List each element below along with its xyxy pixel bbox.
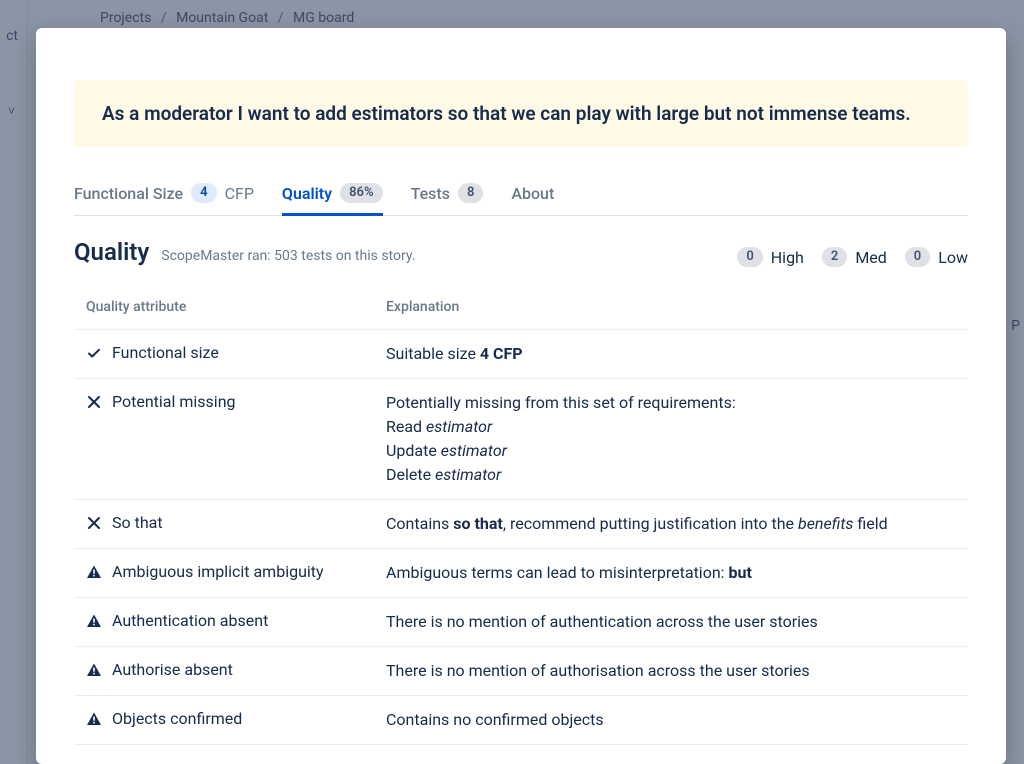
explanation-cell: There is no mention of authorisation acr… bbox=[386, 659, 956, 683]
tab-about[interactable]: About bbox=[511, 176, 554, 216]
explanation-cell: Suitable size 4 CFP bbox=[386, 342, 956, 366]
badge-quality-pct: 86% bbox=[340, 183, 382, 203]
tab-label: About bbox=[511, 184, 554, 203]
table-row: Functional size Suitable size 4 CFP bbox=[74, 330, 968, 379]
quality-modal: As a moderator I want to add estimators … bbox=[36, 28, 1006, 764]
tabs-bar: Functional Size 4 CFP Quality 86% Tests … bbox=[74, 175, 968, 216]
warning-icon bbox=[86, 564, 102, 580]
tab-functional-size[interactable]: Functional Size 4 CFP bbox=[74, 175, 254, 216]
warning-icon bbox=[86, 613, 102, 629]
tab-label: Quality bbox=[282, 184, 332, 203]
warning-icon bbox=[86, 711, 102, 727]
table-row: Potential missing Potentially missing fr… bbox=[74, 379, 968, 500]
explanation-cell: Contains so that, recommend putting just… bbox=[386, 512, 956, 536]
attribute-name: Authentication absent bbox=[112, 610, 268, 632]
x-icon bbox=[86, 515, 102, 531]
explanation-cell: Potentially missing from this set of req… bbox=[386, 391, 956, 487]
explanation-cell: Contains no confirmed objects bbox=[386, 708, 956, 732]
x-icon bbox=[86, 394, 102, 410]
quality-table: Quality attribute Explanation Functional… bbox=[74, 291, 968, 745]
table-row: Authentication absent There is no mentio… bbox=[74, 598, 968, 647]
attribute-name: Authorise absent bbox=[112, 659, 233, 681]
tab-tests[interactable]: Tests 8 bbox=[411, 175, 484, 216]
table-header: Quality attribute Explanation bbox=[74, 291, 968, 330]
table-row: Ambiguous implicit ambiguity Ambiguous t… bbox=[74, 549, 968, 598]
severity-low-count: 0 bbox=[905, 247, 930, 267]
badge-tests-count: 8 bbox=[458, 183, 483, 203]
severity-med-label: Med bbox=[855, 248, 886, 267]
explanation-cell: There is no mention of authentication ac… bbox=[386, 610, 956, 634]
modal-actions: Cancel bbox=[36, 745, 1006, 764]
col-attribute: Quality attribute bbox=[86, 299, 386, 315]
quality-section-header: Quality ScopeMaster ran: 503 tests on th… bbox=[74, 238, 968, 267]
attribute-name: Functional size bbox=[112, 342, 219, 364]
explanation-cell: Ambiguous terms can lead to misinterpret… bbox=[386, 561, 956, 585]
quality-subtitle: ScopeMaster ran: 503 tests on this story… bbox=[161, 248, 415, 264]
table-row: Authorise absent There is no mention of … bbox=[74, 647, 968, 696]
attribute-name: Potential missing bbox=[112, 391, 236, 413]
quality-heading: Quality bbox=[74, 238, 149, 266]
attribute-name: Ambiguous implicit ambiguity bbox=[112, 561, 324, 583]
attribute-name: So that bbox=[112, 512, 163, 534]
warning-icon bbox=[86, 662, 102, 678]
col-explanation: Explanation bbox=[386, 299, 956, 315]
badge-cfp: 4 bbox=[191, 183, 216, 203]
tab-suffix: CFP bbox=[225, 184, 254, 203]
attribute-name: Objects confirmed bbox=[112, 708, 242, 730]
tab-label: Tests bbox=[411, 184, 450, 203]
severity-counts: 0 High 2 Med 0 Low bbox=[737, 247, 968, 267]
severity-high-count: 0 bbox=[737, 247, 762, 267]
table-row: So that Contains so that, recommend putt… bbox=[74, 500, 968, 549]
user-story-banner: As a moderator I want to add estimators … bbox=[74, 80, 968, 147]
tab-label: Functional Size bbox=[74, 184, 183, 203]
severity-high-label: High bbox=[771, 248, 804, 267]
severity-med-count: 2 bbox=[822, 247, 847, 267]
severity-low-label: Low bbox=[938, 248, 968, 267]
tab-quality[interactable]: Quality 86% bbox=[282, 175, 383, 216]
table-row: Objects confirmed Contains no confirmed … bbox=[74, 696, 968, 745]
check-icon bbox=[86, 345, 102, 361]
